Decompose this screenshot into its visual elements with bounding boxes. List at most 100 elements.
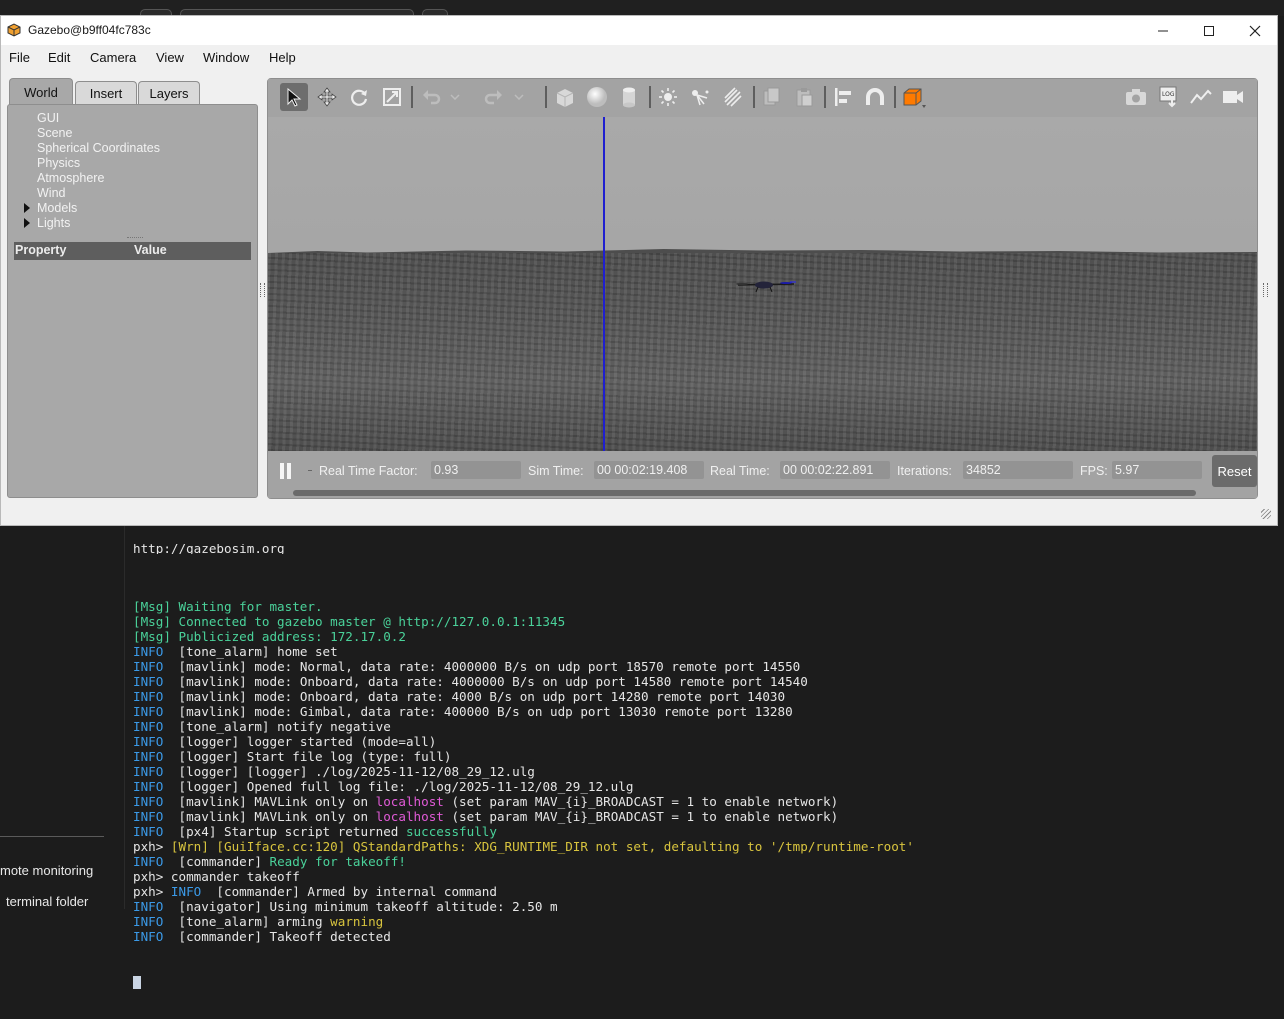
- terminal-text-segment: pxh>: [133, 839, 171, 854]
- close-button[interactable]: [1232, 16, 1278, 45]
- terminal-text-segment: INFO: [133, 914, 179, 929]
- tree-item-spherical-coordinates[interactable]: Spherical Coordinates: [37, 141, 160, 155]
- toolbar-separator: [753, 86, 755, 108]
- screenshot-icon[interactable]: [1122, 83, 1150, 111]
- terminal-line: INFO [tone_alarm] arming warning: [133, 914, 1283, 929]
- real-time-value: 00 00:02:22.891: [780, 461, 890, 479]
- reset-button[interactable]: Reset: [1212, 455, 1257, 487]
- terminal-text-segment: INFO: [133, 734, 179, 749]
- terminal-line: INFO [logger] Opened full log file: ./lo…: [133, 779, 1283, 794]
- fps-value: 5.97: [1112, 461, 1202, 479]
- tree-item-atmosphere[interactable]: Atmosphere: [37, 171, 104, 185]
- terminal-text-segment: [mavlink] MAVLink only on: [178, 794, 376, 809]
- scene-toolbar: LOG: [268, 79, 1257, 117]
- terminal-output[interactable]: http://gazebosim.org [Msg] Waiting for m…: [133, 516, 1283, 1019]
- menu-camera[interactable]: Camera: [90, 50, 136, 65]
- copy-icon[interactable]: [758, 83, 786, 111]
- tree-item-models[interactable]: Models: [37, 201, 77, 215]
- tab-insert[interactable]: Insert: [75, 81, 137, 104]
- tree-item-lights[interactable]: Lights: [37, 216, 70, 230]
- splitter-handle[interactable]: [127, 237, 143, 240]
- horizontal-scrollbar[interactable]: [293, 490, 1196, 496]
- rtf-label: Real Time Factor:: [319, 464, 418, 478]
- align-icon[interactable]: [829, 83, 857, 111]
- terminal-text-segment: INFO: [133, 899, 179, 914]
- title-bar[interactable]: Gazebo@b9ff04fc783c: [1, 16, 1277, 45]
- terminal-sidebar: mote monitoring terminal folder: [0, 526, 125, 909]
- pause-icon[interactable]: [280, 463, 292, 479]
- toolbar-separator: [649, 86, 651, 108]
- undo-icon[interactable]: [417, 83, 445, 111]
- record-video-icon[interactable]: [1219, 83, 1247, 111]
- terminal-line: INFO [commander] Ready for takeoff!: [133, 854, 1283, 869]
- toolbar-separator: [545, 86, 547, 108]
- menu-file[interactable]: File: [9, 50, 30, 65]
- terminal-text-segment: INFO: [133, 854, 179, 869]
- terminal-text-segment: INFO: [133, 689, 179, 704]
- point-light-icon[interactable]: [654, 83, 682, 111]
- sphere-icon[interactable]: [583, 83, 611, 111]
- box-icon[interactable]: [551, 83, 579, 111]
- spot-light-icon[interactable]: [686, 83, 714, 111]
- terminal-text-segment: [mavlink] mode: Onboard, data rate: 4000…: [178, 674, 808, 689]
- sidebar-item-remote-monitoring[interactable]: mote monitoring: [0, 863, 93, 878]
- log-icon[interactable]: LOG: [1155, 83, 1183, 111]
- tree-item-gui[interactable]: GUI: [37, 111, 59, 125]
- drone-model[interactable]: [734, 277, 798, 293]
- redo-dropdown-icon[interactable]: [512, 83, 526, 111]
- terminal-line: pxh> INFO [commander] Armed by internal …: [133, 884, 1283, 899]
- terminal-text-segment: [mavlink] mode: Normal, data rate: 40000…: [178, 659, 801, 674]
- sim-time-label: Sim Time:: [528, 464, 584, 478]
- left-splitter-grip[interactable]: [260, 283, 265, 297]
- menu-view[interactable]: View: [156, 50, 184, 65]
- terminal-line: INFO [logger] [logger] ./log/2025-11-12/…: [133, 764, 1283, 779]
- translate-icon[interactable]: [313, 83, 341, 111]
- sim-time-value: 00 00:02:19.408: [594, 461, 704, 479]
- terminal-text-segment: [tone_alarm] arming: [178, 914, 331, 929]
- expand-arrow-icon[interactable]: [24, 203, 30, 213]
- menu-window[interactable]: Window: [203, 50, 249, 65]
- redo-icon[interactable]: [480, 83, 508, 111]
- tree-item-wind[interactable]: Wind: [37, 186, 65, 200]
- menu-edit[interactable]: Edit: [48, 50, 70, 65]
- select-arrow-icon[interactable]: [280, 83, 308, 111]
- right-splitter-grip[interactable]: [1263, 283, 1268, 297]
- terminal-text-segment: INFO: [133, 824, 179, 839]
- terminal-line: INFO [logger] Start file log (type: full…: [133, 749, 1283, 764]
- terminal-cursor-line: [133, 974, 1283, 989]
- scale-icon[interactable]: [378, 83, 406, 111]
- 3d-viewport[interactable]: [268, 117, 1257, 451]
- terminal-lines: [Msg] Waiting for master. [Msg] Connected…: [133, 584, 1283, 944]
- tab-world[interactable]: World: [9, 78, 73, 105]
- window-resize-grip[interactable]: [1261, 509, 1271, 519]
- terminal-line: INFO [mavlink] MAVLink only on localhost…: [133, 794, 1283, 809]
- cylinder-icon[interactable]: [615, 83, 643, 111]
- tab-layers[interactable]: Layers: [138, 81, 200, 104]
- gazebo-app-icon: [7, 23, 21, 37]
- minimize-button[interactable]: [1140, 16, 1186, 45]
- paste-icon[interactable]: [790, 83, 818, 111]
- tree-item-scene[interactable]: Scene: [37, 126, 72, 140]
- toolbar-separator: [894, 86, 896, 108]
- maximize-button[interactable]: [1186, 16, 1232, 45]
- menu-help[interactable]: Help: [269, 50, 296, 65]
- terminal-text-segment: INFO: [133, 704, 179, 719]
- expand-arrow-icon[interactable]: [24, 218, 30, 228]
- plot-icon[interactable]: [1187, 83, 1215, 111]
- terminal-text-segment: [Wrn] [GuiIface.cc:120] QStandardPaths: …: [170, 839, 914, 854]
- sidebar-item-terminal-folder[interactable]: terminal folder: [6, 894, 88, 909]
- terminal-line: INFO [mavlink] MAVLink only on localhost…: [133, 809, 1283, 824]
- sidebar-divider: [0, 836, 104, 837]
- terminal-text-segment: [tone_alarm] home set: [178, 644, 338, 659]
- undo-dropdown-icon[interactable]: [448, 83, 462, 111]
- property-column-header: Property: [15, 243, 67, 257]
- terminal-text-segment: localhost: [375, 794, 444, 809]
- close-icon: [1249, 25, 1261, 36]
- view-angle-icon[interactable]: [900, 83, 928, 111]
- rotate-icon[interactable]: [345, 83, 373, 111]
- snap-icon[interactable]: [861, 83, 889, 111]
- tree-item-physics[interactable]: Physics: [37, 156, 80, 170]
- directional-light-icon[interactable]: [718, 83, 746, 111]
- terminal-tab-strip: [0, 0, 1284, 18]
- terminal-text-segment: [commander]: [178, 854, 270, 869]
